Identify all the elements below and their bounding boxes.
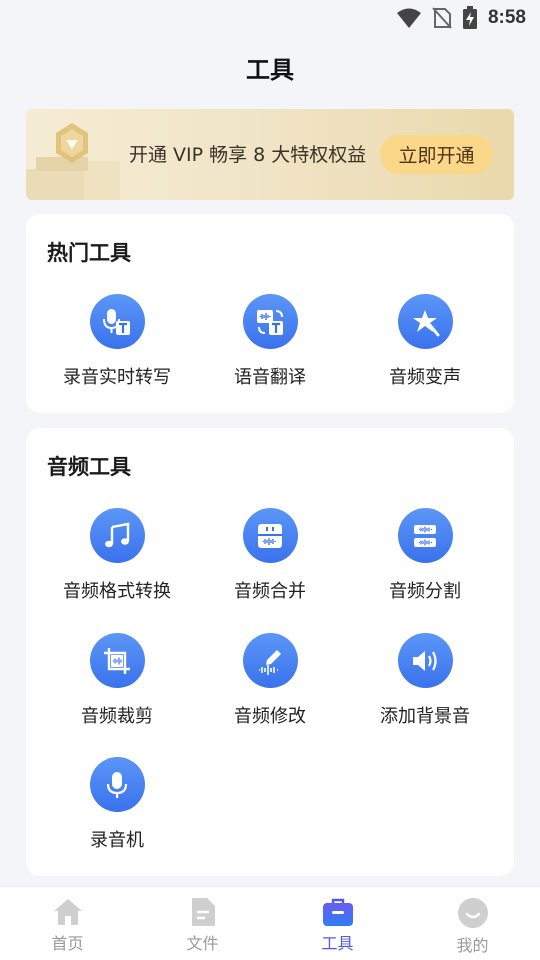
hot-tools-card: 热门工具 录音实时转写 语音翻译 音频变声 [26,214,514,413]
edit-wave-icon [242,633,298,688]
tool-audio-crop[interactable]: 音频裁剪 [42,633,192,728]
tool-label: 音频裁剪 [81,706,153,727]
tool-voice-translation[interactable]: 语音翻译 [195,294,345,389]
microphone-icon [89,757,145,812]
vip-diamond-icon [26,123,120,200]
nav-label: 首页 [51,934,84,953]
nav-home[interactable]: 首页 [0,887,135,960]
tool-label: 音频修改 [234,706,306,727]
tool-label: 音频变声 [389,367,461,388]
vip-banner[interactable]: 开通 VIP 畅享 8 大特权权益 立即开通 [26,109,514,200]
speaker-icon [397,633,453,688]
tool-audio-edit[interactable]: 音频修改 [195,633,345,728]
battery-charging-icon [462,6,477,29]
nav-label: 工具 [321,934,354,953]
nav-profile[interactable]: 我的 [405,887,540,960]
tool-audio-merge[interactable]: 音频合并 [195,508,345,603]
hot-tools-title: 热门工具 [47,241,131,265]
nav-label: 我的 [456,936,489,955]
status-bar: 8:58 [0,0,540,36]
audio-tools-title: 音频工具 [47,455,131,479]
tool-label: 音频合并 [234,581,306,602]
mic-text-icon [89,294,145,349]
tool-label: 录音实时转写 [63,367,171,388]
vip-promo-text: 开通 VIP 畅享 8 大特权权益 [129,144,367,166]
magic-star-icon [397,294,453,349]
tool-format-conversion[interactable]: 音频格式转换 [42,508,192,603]
tool-add-background-music[interactable]: 添加背景音 [350,633,500,728]
bottom-nav: 首页 文件 工具 我的 [0,886,540,960]
tool-audio-split[interactable]: 音频分割 [350,508,500,603]
crop-icon [89,633,145,688]
wifi-icon [396,8,421,28]
tool-label: 音频格式转换 [63,581,171,602]
split-icon [397,508,453,563]
tool-label: 音频分割 [389,581,461,602]
nav-files[interactable]: 文件 [135,887,270,960]
file-icon [191,898,215,926]
page-title: 工具 [246,56,294,84]
tool-voice-recorder[interactable]: 录音机 [42,757,192,852]
toolbox-icon [322,898,353,926]
merge-icon [242,508,298,563]
no-sim-icon [432,7,452,29]
music-note-icon [89,508,145,563]
home-icon [53,899,82,925]
nav-label: 文件 [186,934,219,953]
tool-label: 语音翻译 [234,367,306,388]
vip-activate-button[interactable]: 立即开通 [380,135,493,174]
nav-tools[interactable]: 工具 [270,887,405,960]
tool-voice-changer[interactable]: 音频变声 [350,294,500,389]
clock: 8:58 [487,7,526,28]
translate-icon [242,294,298,349]
audio-tools-card: 音频工具 音频格式转换 音频合并 音频分割 音频裁剪 音频修改 添加背景音 录音… [26,428,514,876]
tool-label: 添加背景音 [380,706,470,727]
tool-label: 录音机 [90,830,144,851]
profile-icon [457,898,488,928]
tool-realtime-transcription[interactable]: 录音实时转写 [42,294,192,389]
